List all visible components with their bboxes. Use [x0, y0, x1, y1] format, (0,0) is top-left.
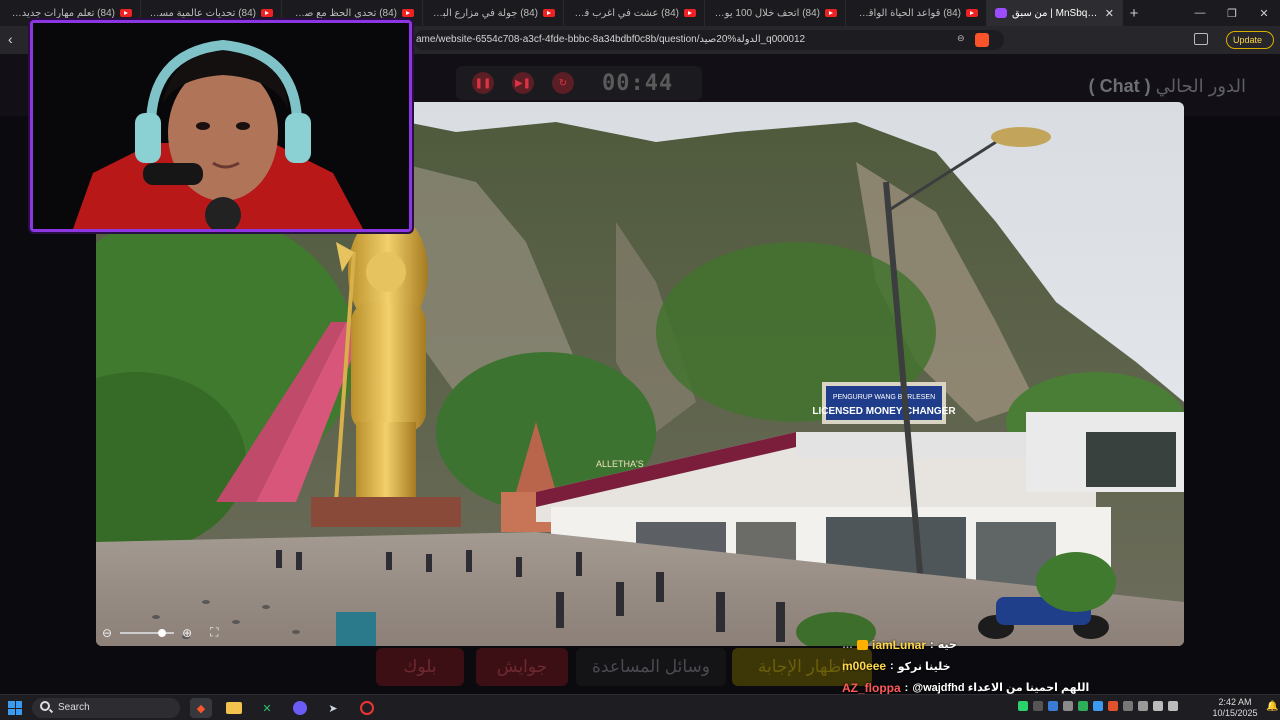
chat-username: AZ_floppa: [842, 680, 901, 695]
zoom-slider[interactable]: [120, 628, 175, 637]
chat-username: m00eee: [842, 659, 887, 674]
webcam-feed: [33, 23, 409, 229]
youtube-icon: [120, 9, 132, 17]
share-icon[interactable]: ⊖: [957, 33, 965, 47]
obs-icon[interactable]: [356, 698, 378, 718]
timer-bar: ❚❚ ▶❚ ↻ 00:44: [456, 66, 702, 100]
windows-start-icon[interactable]: [8, 701, 22, 715]
street-view-controls: ⊖ ⊕ ⛶: [102, 625, 219, 640]
volume-icon[interactable]: [1168, 701, 1178, 711]
helpers-button[interactable]: وسائل المساعدة: [576, 648, 726, 686]
discord-icon[interactable]: [289, 698, 311, 718]
excel-icon[interactable]: ✕: [256, 698, 278, 718]
chat-username: iamLunar: [872, 637, 927, 652]
jokers-button[interactable]: جوايش: [476, 648, 568, 686]
youtube-icon: [684, 9, 696, 17]
youtube-icon: [402, 9, 414, 17]
tray-app-icon[interactable]: [1018, 701, 1028, 711]
money-changer-sign-small: PENGURUP WANG BERLESEN: [833, 394, 935, 401]
sidebar-toggle-icon[interactable]: [1194, 33, 1208, 45]
chat-text: @wajdfhd اللهم احمينا من الاعداء: [912, 682, 1090, 695]
mnsbq-favicon-icon: [995, 8, 1007, 18]
address-bar-icons: ⊖: [957, 33, 989, 47]
close-window-button[interactable]: ✕: [1248, 0, 1280, 26]
zoom-slider-knob[interactable]: [158, 628, 167, 637]
update-button[interactable]: Update: [1226, 31, 1274, 49]
search-icon: [40, 701, 50, 711]
tab-video-4[interactable]: (84) جولة في مزارع البادية والجبال: [423, 0, 564, 26]
brave-shield-icon[interactable]: [974, 33, 989, 47]
fullscreen-icon[interactable]: ⛶: [210, 625, 218, 640]
tab-mnsbq-active[interactable]: من سبق | MnSbq – لعبة مـ✕: [987, 0, 1123, 26]
file-explorer-icon[interactable]: [223, 698, 245, 718]
notification-bell-icon[interactable]: 🔔: [1266, 701, 1278, 712]
chat-separator: :: [904, 681, 909, 694]
youtube-icon: [825, 9, 837, 17]
chat-separator: :: [890, 660, 894, 673]
chat-dots: …: [842, 638, 853, 651]
tray-app-icon[interactable]: [1093, 701, 1103, 711]
chat-message: m00eee : خلينا نركو: [842, 656, 1142, 678]
tab-video-5[interactable]: (84) عشت في أغرب فندق بالعالم: [564, 0, 705, 26]
close-tab-icon[interactable]: ✕: [1105, 7, 1114, 20]
chat-text: خلينا نركو: [897, 660, 951, 673]
system-tray: [1018, 701, 1178, 711]
skip-button[interactable]: ▶❚: [512, 72, 534, 94]
shop-name-sign: ALLETHA'S: [596, 459, 644, 469]
tray-app-icon[interactable]: [1078, 701, 1088, 711]
chat-separator: :: [930, 638, 934, 651]
money-changer-sign: LICENSED MONEY CHANGER: [812, 406, 956, 417]
back-button[interactable]: ‹: [8, 31, 13, 47]
new-tab-button[interactable]: +: [1123, 5, 1145, 22]
youtube-icon: [966, 9, 978, 17]
youtube-icon: [261, 9, 273, 17]
tray-app-icon[interactable]: [1033, 701, 1043, 711]
streamer-webcam: [30, 20, 412, 232]
tray-app-icon[interactable]: [1108, 701, 1118, 711]
maximize-button[interactable]: ❐: [1216, 0, 1248, 26]
tab-video-6[interactable]: (84) اتحف خلال 100 يوم او اخشاه: [705, 0, 846, 26]
minimize-button[interactable]: —: [1184, 0, 1216, 26]
chat-message: … iamLunar : حيه: [842, 634, 1142, 656]
reset-button[interactable]: ↻: [552, 72, 574, 94]
clock-date: 10/15/2025: [1212, 708, 1258, 718]
chat-text: حيه: [937, 639, 957, 652]
current-round-label: الدور الحالي ( Chat ): [1088, 76, 1246, 96]
steam-icon[interactable]: ➤: [322, 698, 344, 718]
tray-app-icon[interactable]: [1048, 701, 1058, 711]
brave-browser-icon[interactable]: ◆: [190, 698, 212, 718]
tab-video-7[interactable]: (84) قواعد الحياة الواقعية || الس: [846, 0, 987, 26]
subscriber-badge-icon: [857, 639, 868, 650]
taskbar-clock[interactable]: 2:42 AM 10/15/2025: [1210, 697, 1260, 719]
youtube-icon: [543, 9, 555, 17]
wifi-icon[interactable]: [1153, 701, 1163, 711]
pause-button[interactable]: ❚❚: [472, 72, 494, 94]
tray-app-icon[interactable]: [1063, 701, 1073, 711]
window-controls: — ❐ ✕: [1184, 0, 1280, 26]
zoom-in-icon[interactable]: ⊕: [182, 626, 192, 640]
tray-app-icon[interactable]: [1123, 701, 1133, 711]
taskbar-search-box[interactable]: Search: [32, 698, 180, 718]
microphone-icon[interactable]: [1138, 701, 1148, 711]
windows-taskbar: Search ◆ ✕ ➤ 2:42 AM 10/15/2025 🔔: [0, 694, 1280, 720]
countdown-timer: 00:44: [602, 70, 674, 96]
block-button[interactable]: بلوك: [376, 648, 464, 686]
clock-time: 2:42 AM: [1218, 697, 1252, 707]
address-bar[interactable]: ame/website-6554c708-a3cf-4fde-bbbc-8a34…: [414, 30, 1004, 50]
zoom-out-icon[interactable]: ⊖: [102, 626, 112, 640]
